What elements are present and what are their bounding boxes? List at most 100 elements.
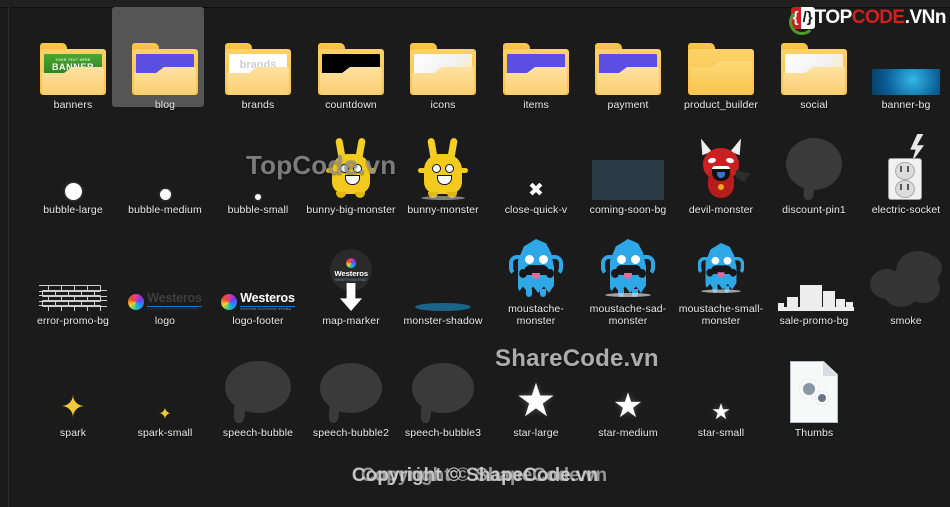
copyright-watermark: Copyright © ShapeCode.vn Copyright © Sha… — [0, 465, 950, 487]
file-item-spark-small[interactable]: ✦ spark-small — [118, 341, 212, 440]
circle-icon — [255, 194, 261, 200]
file-item-speech-bubble[interactable]: speech-bubble — [211, 341, 305, 439]
circle-icon — [37, 128, 109, 200]
star-icon: ★ — [592, 351, 664, 423]
folder-icon — [500, 23, 572, 95]
folder-icon — [688, 43, 754, 95]
file-item-banners[interactable]: YOUR TEXT HEREBANNER banners — [26, 13, 120, 111]
file-item-close-quick-v[interactable]: ✖ close-quick-v — [489, 118, 583, 216]
thumbs-db-icon — [778, 351, 850, 423]
file-item-speech-bubble2[interactable]: speech-bubble2 — [304, 341, 398, 439]
file-item-label: star-small — [697, 427, 745, 439]
file-item-devil-monster[interactable]: devil-monster — [674, 118, 768, 216]
file-item-label: payment — [607, 99, 649, 111]
file-item-label: spark-small — [137, 427, 193, 439]
pin-bubble-icon — [778, 128, 850, 201]
file-item-label: speech-bubble — [222, 427, 294, 439]
file-item-speech-bubble3[interactable]: speech-bubble3 — [396, 341, 490, 439]
file-item-spark[interactable]: ✦ spark — [26, 341, 120, 440]
file-item-label: sale-promo-bg — [779, 315, 849, 327]
file-item-discount-pin1[interactable]: discount-pin1 — [767, 118, 861, 216]
file-item-product-builder[interactable]: product_builder — [674, 13, 768, 111]
file-item-label: product_builder — [684, 99, 758, 111]
pin-bubble-icon — [786, 138, 842, 201]
close-icon: ✖ — [500, 128, 572, 200]
folder-icon — [778, 23, 850, 95]
file-item-icons[interactable]: icons — [396, 13, 490, 111]
folder-icon: brands — [222, 23, 294, 95]
file-item-electric-socket[interactable]: electric-socket — [859, 118, 950, 216]
icon-grid-row: bubble-large bubble-medium bubble-small bun… — [10, 112, 950, 222]
folder-icon — [318, 43, 384, 95]
file-item-payment[interactable]: payment — [581, 13, 675, 111]
socket-icon — [882, 134, 930, 200]
file-item-bubble-large[interactable]: bubble-large — [26, 118, 120, 216]
file-explorer-content-pane[interactable]: YOUR TEXT HEREBANNERbannersblogbrandsbra… — [0, 0, 950, 507]
monster-icon — [500, 229, 572, 299]
file-item-label: bubble-large — [43, 204, 103, 216]
file-item-moustache-small-monster[interactable]: moustache-small-monster — [674, 229, 768, 327]
file-item-coming-soon-bg[interactable]: coming-soon-bg — [581, 118, 675, 216]
monster-icon — [601, 237, 655, 299]
file-item-logo-footer[interactable]: Westeros CUSTOM CLOTHING STORE logo-footer — [211, 229, 305, 327]
smoke-icon — [870, 251, 942, 311]
file-item-label: social — [800, 99, 828, 111]
file-item-social[interactable]: social — [767, 13, 861, 111]
file-item-sale-promo-bg[interactable]: sale-promo-bg — [767, 229, 861, 327]
file-item-logo[interactable]: Westeros CUSTOM CLOTHING STORE logo — [118, 229, 212, 327]
brick-wall-icon — [39, 285, 107, 311]
spark-icon: ✦ — [60, 391, 86, 424]
file-item-bunny-monster[interactable]: bunny-monster — [396, 118, 490, 216]
file-item-bunny-big-monster[interactable]: bunny-big-monster — [304, 118, 398, 216]
file-item-label: logo-footer — [232, 315, 284, 327]
file-item-bubble-medium[interactable]: bubble-medium — [118, 118, 212, 216]
folder-icon — [407, 23, 479, 95]
folder-icon — [592, 23, 664, 95]
speech-bubble-icon — [320, 363, 382, 424]
folder-icon: YOUR TEXT HEREBANNER — [40, 43, 106, 95]
file-item-label: moustache-monster — [508, 303, 564, 327]
file-item-blog[interactable]: blog — [118, 13, 212, 111]
ellipse-icon — [407, 239, 479, 311]
folder-icon — [503, 43, 569, 95]
file-item-moustache-sad-monster[interactable]: moustache-sad-monster — [581, 229, 675, 327]
icon-grid-row: YOUR TEXT HEREBANNERbannersblogbrandsbra… — [10, 7, 950, 117]
file-item-thumbs[interactable]: Thumbs — [767, 341, 861, 439]
file-item-smoke[interactable]: smoke — [859, 229, 950, 327]
city-skyline-icon — [778, 277, 854, 311]
map-marker-icon: Westeros CUSTOM CLOTHING STORE — [328, 249, 374, 311]
navigation-pane-divider — [8, 7, 9, 507]
file-item-brands[interactable]: brands brands — [211, 13, 305, 111]
westeros-logo-icon: Westeros CUSTOM CLOTHING STORE — [128, 292, 202, 311]
file-item-moustache-monster[interactable]: moustache-monster — [489, 229, 583, 327]
thumbs-db-icon — [790, 361, 838, 423]
star-icon: ★ — [500, 351, 572, 423]
file-item-label: brands — [241, 99, 275, 111]
speech-bubble-icon — [412, 363, 474, 424]
circle-icon — [159, 189, 171, 200]
spark-icon: ✦ — [158, 406, 172, 423]
file-item-label: devil-monster — [688, 204, 754, 216]
file-item-banner-bg[interactable]: banner-bg — [859, 13, 950, 111]
file-item-star-small[interactable]: ★ star-small — [674, 341, 768, 440]
brick-wall-icon — [37, 239, 109, 311]
file-item-countdown[interactable]: countdown — [304, 13, 398, 111]
monster-icon — [697, 241, 745, 294]
file-item-star-large[interactable]: ★ star-large — [489, 341, 583, 439]
image-swatch-icon — [872, 69, 940, 95]
spark-icon: ✦ — [129, 351, 201, 423]
westeros-logo-icon: Westeros CUSTOM CLOTHING STORE — [221, 292, 295, 311]
star-icon: ★ — [612, 387, 644, 425]
file-item-monster-shadow[interactable]: monster-shadow — [396, 229, 490, 327]
file-item-star-medium[interactable]: ★ star-medium — [581, 341, 675, 439]
folder-icon — [410, 43, 476, 95]
circle-icon — [222, 128, 294, 200]
file-item-map-marker[interactable]: Westeros CUSTOM CLOTHING STORE map-marker — [304, 229, 398, 327]
file-item-error-promo-bg[interactable]: error-promo-bg — [26, 229, 120, 327]
icon-grid-row: error-promo-bg Westeros CUSTOM CLOTHING ST… — [10, 223, 950, 333]
file-item-items[interactable]: items — [489, 13, 583, 111]
file-item-label: icons — [430, 99, 456, 111]
smoke-icon — [870, 239, 942, 311]
circle-icon — [129, 128, 201, 200]
file-item-bubble-small[interactable]: bubble-small — [211, 118, 305, 216]
